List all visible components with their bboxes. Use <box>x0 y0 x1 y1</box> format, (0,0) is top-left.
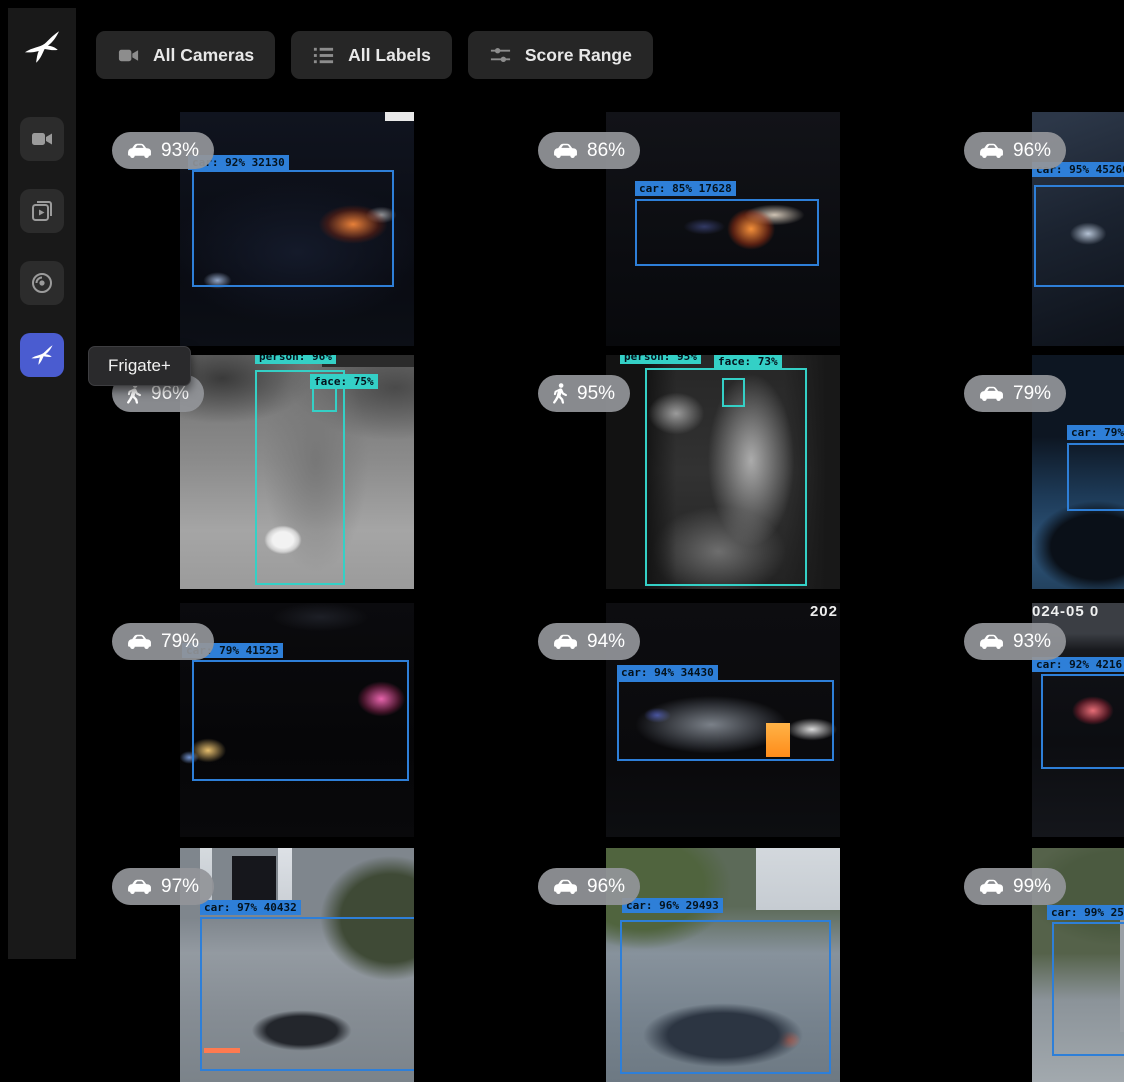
detection-label: car: 97% 40432 <box>200 900 301 915</box>
all-cameras-label: All Cameras <box>153 45 254 66</box>
video-camera-icon <box>117 44 140 67</box>
detection-cell: 202 car: 94% 34430 94% <box>522 603 948 848</box>
detection-cell: car: 97% 40432 97% <box>96 848 522 1078</box>
detection-label: car: 99% 25 <box>1047 905 1124 920</box>
detection-grid: car: 92% 32130 93% car: 85% 17628 86% ca… <box>96 112 1124 1078</box>
score-value: 95% <box>577 383 615 405</box>
detection-thumbnail[interactable]: car: 92% 32130 <box>180 112 414 346</box>
all-labels-label: All Labels <box>348 45 431 66</box>
score-value: 93% <box>1013 631 1051 653</box>
all-labels-button[interactable]: All Labels <box>291 31 452 79</box>
detection-box <box>200 917 414 1071</box>
detection-cell: car: 99% 25 99% <box>948 848 1124 1078</box>
filter-bar: All Cameras All Labels Score Range <box>96 31 653 79</box>
person-icon <box>127 383 142 404</box>
sidebar-item-frigate-plus[interactable] <box>20 333 64 377</box>
score-badge: 94% <box>538 623 640 660</box>
frigate-plus-tooltip: Frigate+ <box>88 346 191 386</box>
detection-cell: car: 95% 45260 96% <box>948 112 1124 355</box>
detection-box <box>192 170 394 287</box>
sidebar <box>8 8 76 959</box>
detection-thumbnail[interactable]: car: 85% 17628 <box>606 112 840 346</box>
car-icon <box>979 878 1004 895</box>
detection-cell: person: 95% face: 73% 95% <box>522 355 948 603</box>
car-icon <box>127 878 152 895</box>
review-icon <box>30 199 54 223</box>
score-badge: 86% <box>538 132 640 169</box>
sidebar-item-review[interactable] <box>20 189 64 233</box>
detection-thumbnail[interactable]: 202 car: 94% 34430 <box>606 603 840 837</box>
frigate-logo-icon <box>21 26 63 68</box>
car-icon <box>553 878 578 895</box>
detection-cell: car: 96% 29493 96% <box>522 848 948 1078</box>
score-badge: 79% <box>964 375 1066 412</box>
list-icon <box>312 44 335 67</box>
detection-thumbnail[interactable]: car: 79% 41525 <box>180 603 414 837</box>
detection-cell: car: 79% 41525 79% <box>96 603 522 848</box>
score-range-label: Score Range <box>525 45 632 66</box>
sidebar-item-explore[interactable] <box>20 261 64 305</box>
detection-box <box>1041 674 1124 769</box>
detection-label: car: 85% 17628 <box>635 181 736 196</box>
face-box <box>722 378 745 407</box>
all-cameras-button[interactable]: All Cameras <box>96 31 275 79</box>
score-badge: 96% <box>964 132 1066 169</box>
score-value: 93% <box>161 140 199 162</box>
detection-cell: person: 96% face: 75% 96% <box>96 355 522 603</box>
detection-thumbnail[interactable]: person: 96% face: 75% <box>180 355 414 589</box>
car-icon <box>553 142 578 159</box>
score-value: 86% <box>587 140 625 162</box>
sidebar-item-live[interactable] <box>20 117 64 161</box>
car-icon <box>979 633 1004 650</box>
detection-box <box>1052 922 1124 1056</box>
detection-box <box>635 199 819 266</box>
detection-thumbnail[interactable]: car: 96% 29493 <box>606 848 840 1082</box>
disc-icon <box>30 271 54 295</box>
detection-box <box>1067 443 1124 511</box>
detection-label: person: 96% <box>255 355 336 364</box>
frigate-bird-icon <box>29 342 55 368</box>
score-badge: 99% <box>964 868 1066 905</box>
person-icon <box>553 383 568 404</box>
detection-cell: car: 85% 17628 86% <box>522 112 948 355</box>
detection-box <box>617 680 834 761</box>
score-badge: 93% <box>112 132 214 169</box>
detection-box <box>620 920 831 1074</box>
score-range-button[interactable]: Score Range <box>468 31 653 79</box>
detection-box <box>192 660 409 781</box>
score-badge: 96% <box>538 868 640 905</box>
score-value: 99% <box>1013 876 1051 898</box>
timestamp-overlay: 024-05 0 <box>1032 603 1099 620</box>
score-badge: 95% <box>538 375 630 412</box>
detection-thumbnail[interactable]: person: 95% face: 73% <box>606 355 840 589</box>
detection-cell: car: 92% 32130 93% <box>96 112 522 355</box>
face-label: face: 73% <box>714 355 782 369</box>
detection-label: car: 96% 29493 <box>622 898 723 913</box>
car-icon <box>127 142 152 159</box>
score-badge: 93% <box>964 623 1066 660</box>
score-value: 96% <box>587 876 625 898</box>
score-badge: 79% <box>112 623 214 660</box>
car-icon <box>979 385 1004 402</box>
face-label: face: 75% <box>310 374 378 389</box>
detection-cell: car: 79% 79% <box>948 355 1124 603</box>
score-value: 96% <box>1013 140 1051 162</box>
score-value: 97% <box>161 876 199 898</box>
score-value: 79% <box>1013 383 1051 405</box>
timestamp-overlay: 202 <box>810 603 838 620</box>
detection-label: car: 79% <box>1067 425 1124 440</box>
detection-label: person: 95% <box>620 355 701 364</box>
score-value: 94% <box>587 631 625 653</box>
detection-label: car: 94% 34430 <box>617 665 718 680</box>
detection-box <box>1034 185 1124 287</box>
detection-cell: 024-05 0 car: 92% 4216 93% <box>948 603 1124 848</box>
video-camera-icon <box>30 127 54 151</box>
car-icon <box>553 633 578 650</box>
car-icon <box>127 633 152 650</box>
score-value: 79% <box>161 631 199 653</box>
score-badge: 97% <box>112 868 214 905</box>
sliders-icon <box>489 44 512 67</box>
detection-thumbnail[interactable]: car: 97% 40432 <box>180 848 414 1082</box>
car-icon <box>979 142 1004 159</box>
